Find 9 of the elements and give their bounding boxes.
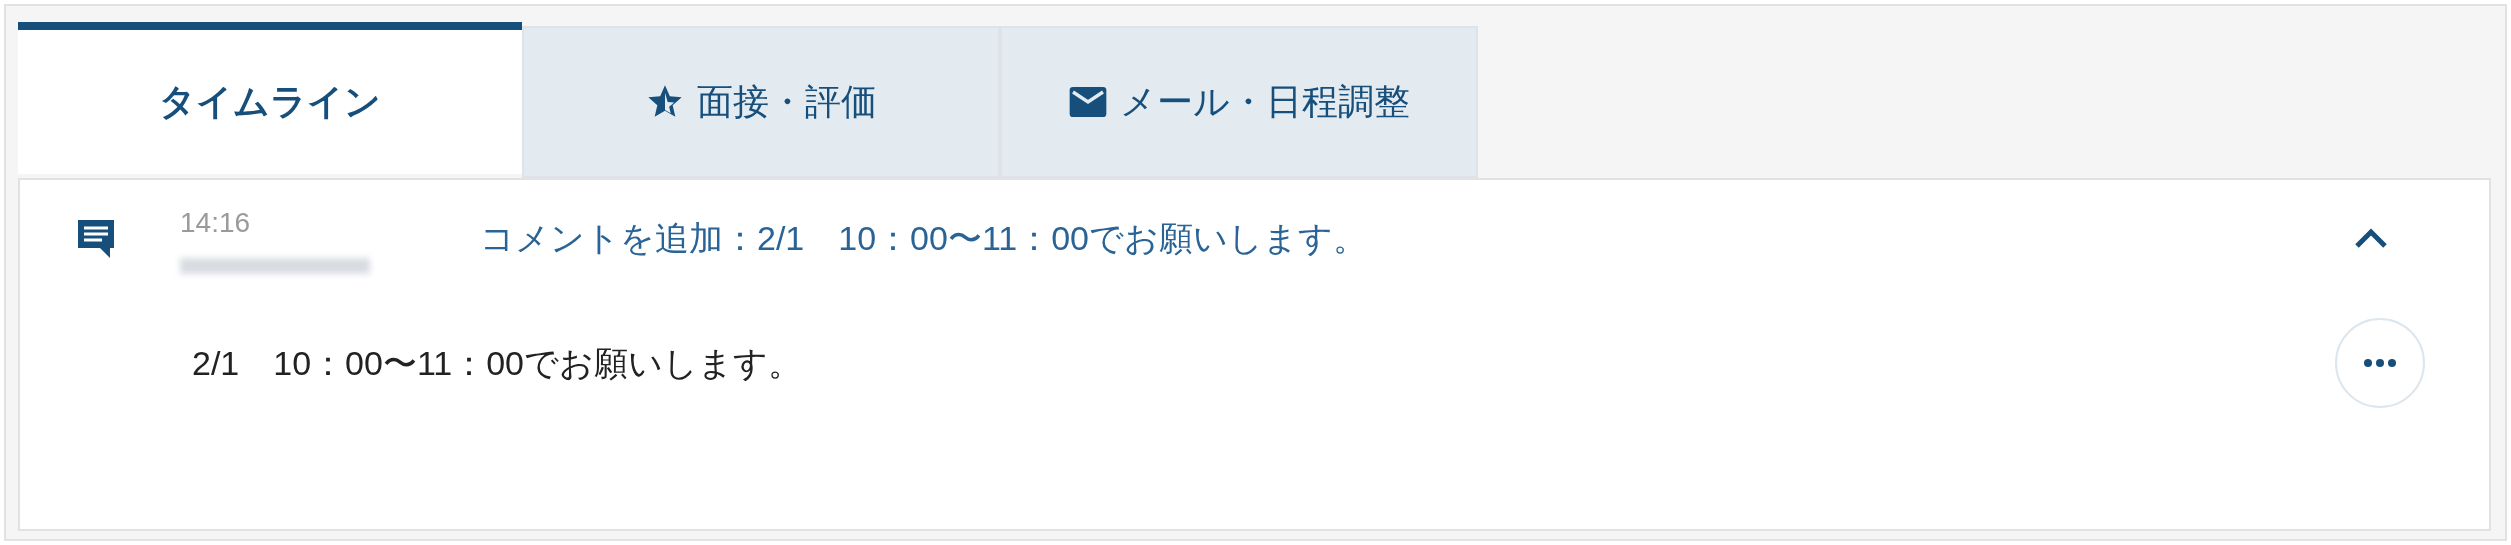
comment-title[interactable]: コメントを追加：2/1 10：00〜11：00でお願いします。 bbox=[480, 212, 1367, 264]
chevron-up-icon[interactable] bbox=[2353, 226, 2389, 250]
tab[interactable]: 面接・評価 bbox=[522, 26, 1000, 178]
comment-text: 2/1 10：00〜11：00でお願いします。 bbox=[192, 342, 802, 384]
tab[interactable]: メール・日程調整 bbox=[1000, 26, 1478, 178]
ellipsis-icon bbox=[2363, 358, 2397, 368]
tab[interactable]: タイムライン bbox=[18, 22, 522, 174]
mail-icon bbox=[1068, 85, 1108, 119]
timestamp: 14:16 bbox=[180, 206, 251, 240]
